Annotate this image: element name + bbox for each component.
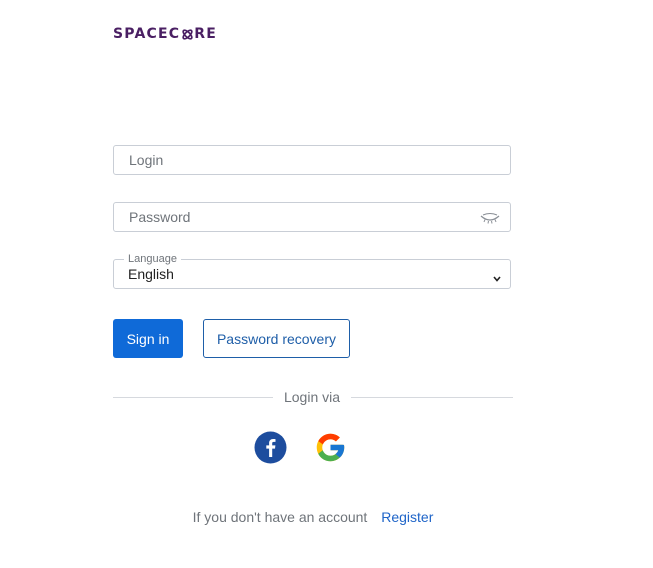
- facebook-login-button[interactable]: [254, 431, 287, 464]
- logo-mark-icon: [181, 28, 194, 41]
- eye-closed-icon[interactable]: [480, 212, 500, 224]
- divider-right: [351, 397, 513, 398]
- chevron-down-icon: [492, 270, 502, 282]
- password-input[interactable]: [114, 203, 469, 231]
- facebook-icon: [254, 431, 287, 464]
- google-icon: [316, 433, 345, 462]
- login-field: [113, 145, 511, 175]
- brand-logo-prefix: SPACEC: [113, 26, 181, 42]
- google-login-button[interactable]: [314, 431, 347, 464]
- register-prompt: If you don't have an account: [192, 509, 368, 525]
- brand-logo: SPACEC RE: [113, 26, 217, 42]
- language-label: Language: [124, 253, 181, 265]
- register-row: If you don't have an account Register: [0, 509, 626, 525]
- login-input[interactable]: [114, 146, 469, 174]
- sign-in-button[interactable]: Sign in: [113, 319, 183, 358]
- login-via-label: Login via: [283, 389, 341, 405]
- brand-logo-suffix: RE: [194, 26, 217, 42]
- register-link[interactable]: Register: [381, 509, 433, 525]
- language-value: English: [128, 266, 174, 282]
- language-select[interactable]: Language English: [113, 253, 511, 289]
- password-recovery-button[interactable]: Password recovery: [203, 319, 350, 358]
- divider-left: [113, 397, 273, 398]
- password-field: [113, 202, 511, 232]
